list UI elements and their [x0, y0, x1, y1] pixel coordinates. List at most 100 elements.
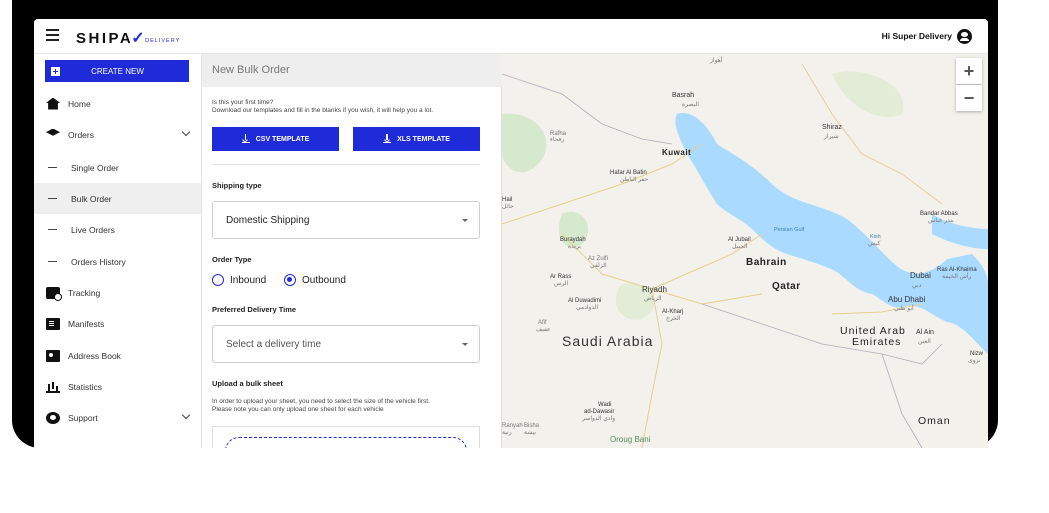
logo[interactable]: SHIPA✓DELIVERY: [76, 28, 180, 48]
delivery-time-label: Preferred Delivery Time: [212, 305, 297, 314]
clipboard-icon: [46, 317, 60, 330]
map-label: رفحاء: [550, 137, 565, 143]
map-label: الجبيل: [732, 244, 748, 250]
sidebar-item-single-order[interactable]: Single Order: [34, 152, 201, 183]
radio-label: Inbound: [230, 274, 267, 286]
zoom-out-button[interactable]: −: [956, 85, 982, 111]
logo-text: SHIPA: [76, 30, 134, 47]
map-label: Al Ain: [916, 329, 934, 336]
delivery-time-placeholder: Select a delivery time: [226, 339, 322, 350]
map-label: Dubai: [910, 271, 931, 280]
terrain-patch: [502, 113, 547, 173]
upload-help-text: In order to upload your sheet, you need …: [212, 398, 430, 405]
create-new-button[interactable]: CREATE NEW: [45, 60, 189, 82]
sidebar-item-live-orders[interactable]: Live Orders: [34, 214, 201, 245]
hamburger-menu-icon[interactable]: [46, 29, 59, 42]
csv-template-label: CSV TEMPLATE: [255, 135, 310, 143]
sidebar-item-label: Live Orders: [71, 224, 115, 235]
radio-inbound[interactable]: Inbound: [212, 274, 266, 286]
xls-template-button[interactable]: XLS TEMPLATE: [353, 127, 480, 151]
map-label: أبو ظبي: [894, 306, 914, 312]
dash-icon: [48, 228, 57, 231]
sidebar-item-orders[interactable]: Orders: [34, 119, 201, 150]
map-label: الزلفي: [590, 263, 607, 269]
map-label: رأس الخيمة: [942, 274, 972, 280]
dash-icon: [48, 166, 57, 169]
sidebar-item-home[interactable]: Home: [34, 88, 201, 119]
sidebar-item-label: Statistics: [68, 381, 103, 392]
border-line: [701, 303, 943, 365]
map-label: أهواز: [710, 58, 723, 64]
file-dropzone[interactable]: [212, 426, 480, 448]
sidebar-item-orders-history[interactable]: Orders History: [34, 246, 201, 277]
sidebar-item-label: Support: [68, 412, 98, 423]
account-circle-icon[interactable]: [957, 29, 972, 44]
map-label: Qatar: [772, 281, 801, 292]
map-label: Bahrain: [746, 257, 787, 268]
sidebar-item-bulk-order[interactable]: Bulk Order: [34, 183, 201, 214]
radio-outbound[interactable]: Outbound: [284, 274, 346, 286]
sidebar-item-label: Address Book: [68, 350, 121, 361]
radio-checked-icon: [284, 274, 296, 286]
sidebar-item-label: Orders History: [71, 256, 126, 267]
sidebar-item-tracking[interactable]: Tracking: [34, 277, 201, 308]
map-label: Oroug Bani: [610, 435, 651, 444]
logo-subtitle: DELIVERY: [145, 38, 181, 44]
map-label: العين: [918, 339, 931, 345]
sidebar-item-label: Home: [68, 98, 91, 109]
caret-down-icon: [462, 343, 468, 346]
map-label: رنية: [502, 430, 512, 436]
map-label: عفيف: [536, 327, 551, 333]
zoom-in-button[interactable]: +: [956, 58, 982, 84]
sidebar-item-support[interactable]: Support: [34, 402, 201, 433]
delivery-time-select[interactable]: Select a delivery time: [212, 325, 480, 363]
user-greeting: Hi Super Delivery: [881, 31, 952, 41]
shipping-type-label: Shipping type: [212, 181, 262, 190]
top-bar: SHIPA✓DELIVERY Hi Super Delivery: [34, 19, 988, 54]
intro-text-detail: Download our templates and fill in the b…: [212, 107, 434, 114]
support-agent-icon: [46, 411, 60, 424]
map-label: الدوادمي: [576, 305, 599, 311]
map-label: الخرج: [666, 316, 681, 322]
sidebar-item-manifests[interactable]: Manifests: [34, 308, 201, 339]
radio-label: Outbound: [302, 274, 346, 286]
map-label: وادي الدواسر: [582, 416, 616, 422]
divider: [212, 164, 480, 165]
xls-template-label: XLS TEMPLATE: [397, 135, 450, 143]
sidebar-item-label: Manifests: [68, 318, 105, 329]
plus-box-icon: [51, 66, 60, 76]
map-label: الرس: [554, 281, 569, 287]
app-screen: SHIPA✓DELIVERY Hi Super Delivery CREATE …: [34, 19, 988, 448]
contact-book-icon: [46, 349, 60, 362]
terrain-patch: [832, 71, 904, 118]
shipping-type-select[interactable]: Domestic Shipping: [212, 201, 480, 239]
device-frame: SHIPA✓DELIVERY Hi Super Delivery CREATE …: [12, 0, 998, 448]
sidebar-item-label: Bulk Order: [71, 193, 112, 204]
tracking-icon: [46, 286, 62, 301]
download-icon: [383, 134, 392, 143]
map-label: دبي: [912, 283, 922, 289]
map-label: البصرة: [682, 102, 699, 108]
sidebar-item-statistics[interactable]: Statistics: [34, 371, 201, 402]
upload-label: Upload a bulk sheet: [212, 379, 283, 388]
map-view[interactable]: Basrah البصرة أهواز Shiraz شيراز Rafha ر…: [502, 54, 988, 448]
map-label: Abu Dhabi: [888, 295, 926, 304]
shipping-type-value: Domestic Shipping: [226, 215, 310, 226]
panel-header: New Bulk Order: [202, 54, 502, 87]
upload-help-note: Please note you can only upload one shee…: [212, 406, 384, 413]
sidebar-item-address-book[interactable]: Address Book: [34, 340, 201, 371]
map-label: Saudi Arabia: [562, 333, 654, 349]
radio-circle-icon: [212, 274, 224, 286]
map-label: كيش: [868, 241, 881, 247]
sidebar: CREATE NEW Home Orders Single Order Bulk…: [34, 54, 202, 448]
create-new-label: CREATE NEW: [91, 66, 144, 76]
sidebar-item-label: Tracking: [68, 287, 101, 298]
layers-icon: [46, 128, 60, 136]
map-label: Oman: [918, 415, 951, 427]
map-label: نزوى: [968, 358, 981, 364]
map-label: Kuwait: [662, 148, 692, 157]
map-label: حفر الباطن: [620, 177, 649, 183]
order-type-label: Order Type: [212, 255, 252, 264]
csv-template-button[interactable]: CSV TEMPLATE: [212, 127, 339, 151]
bar-chart-icon: [46, 381, 60, 393]
